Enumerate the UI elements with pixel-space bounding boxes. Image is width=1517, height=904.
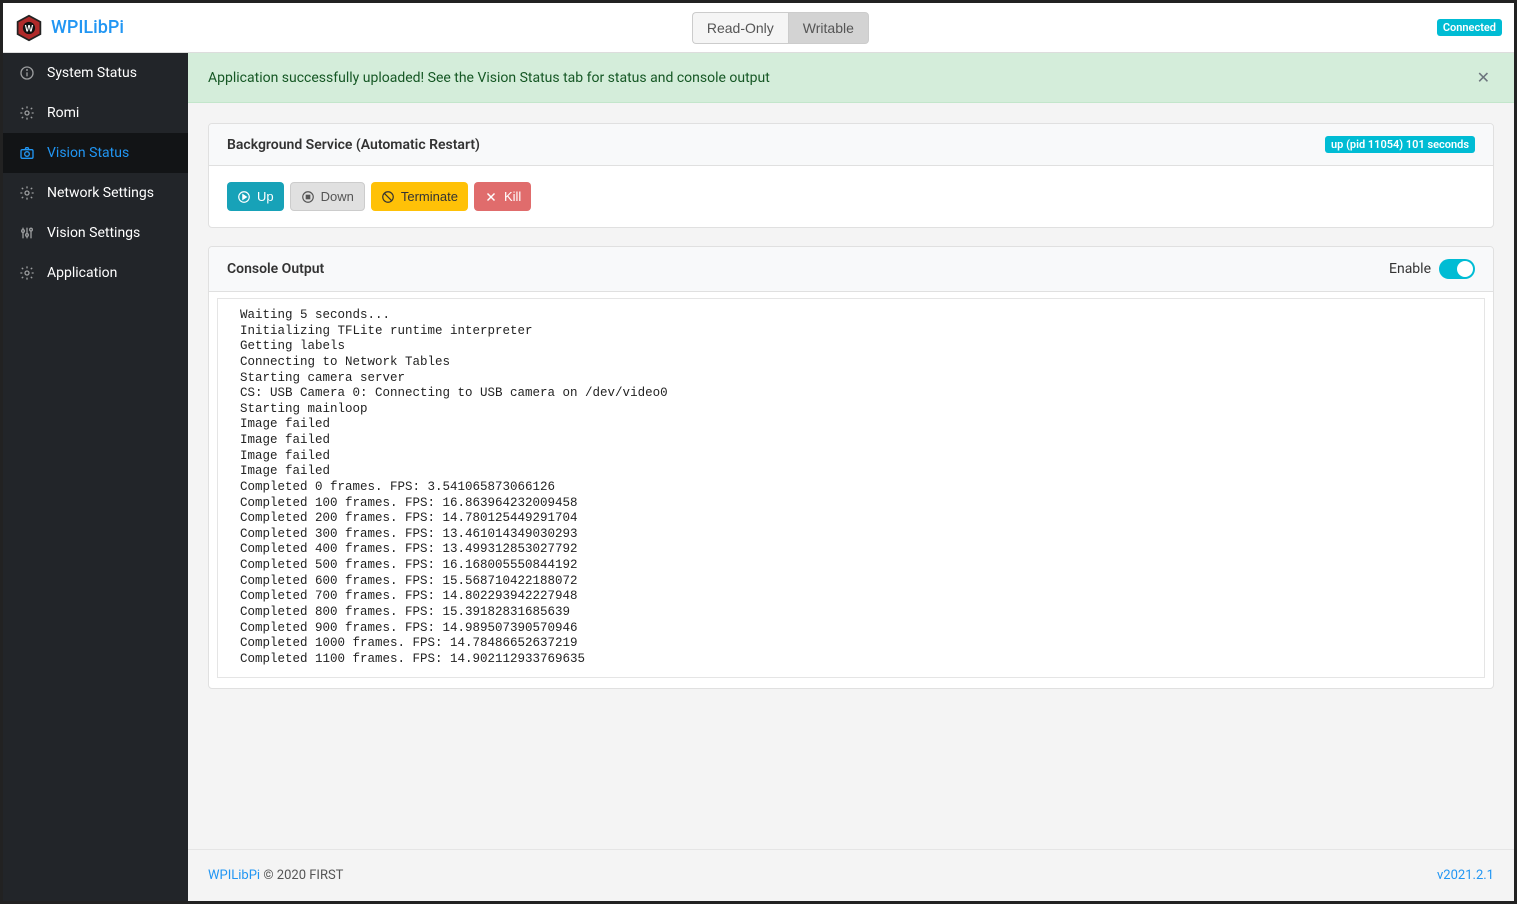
- mode-button-group: Read-Only Writable: [692, 12, 869, 44]
- sidebar-item-romi[interactable]: Romi: [3, 93, 188, 133]
- gear-icon: [19, 185, 35, 201]
- brand-text[interactable]: WPILibPi: [51, 17, 124, 38]
- up-button[interactable]: Up: [227, 182, 284, 211]
- sidebar-item-label: Vision Settings: [47, 225, 140, 241]
- connected-badge: Connected: [1437, 19, 1502, 36]
- sidebar-item-label: System Status: [47, 65, 137, 81]
- card-header: Background Service (Automatic Restart) u…: [209, 124, 1493, 166]
- console-output[interactable]: Waiting 5 seconds... Initializing TFLite…: [217, 298, 1485, 678]
- sidebar-item-label: Vision Status: [47, 145, 129, 161]
- sidebar-item-label: Romi: [47, 105, 79, 121]
- topbar: W WPILibPi Read-Only Writable Connected: [3, 3, 1514, 53]
- terminate-button[interactable]: Terminate: [371, 182, 468, 211]
- svg-text:W: W: [25, 23, 34, 33]
- sidebar-item-application[interactable]: Application: [3, 253, 188, 293]
- kill-button[interactable]: Kill: [474, 182, 531, 211]
- enable-toggle-wrap: Enable: [1389, 259, 1475, 279]
- wpilib-logo-icon: W: [15, 14, 43, 42]
- service-status-badge: up (pid 11054) 101 seconds: [1325, 136, 1475, 153]
- sidebar-item-label: Application: [47, 265, 117, 281]
- footer-left: WPILibPi © 2020 FIRST: [208, 868, 343, 883]
- card-header: Console Output Enable: [209, 247, 1493, 292]
- btn-label: Terminate: [401, 189, 458, 204]
- gear-icon: [19, 105, 35, 121]
- writable-button[interactable]: Writable: [788, 12, 869, 44]
- sidebar-item-vision-status[interactable]: Vision Status: [3, 133, 188, 173]
- ban-icon: [381, 190, 395, 204]
- x-icon: [484, 190, 498, 204]
- alert-text: Application successfully uploaded! See t…: [208, 70, 770, 86]
- camera-icon: [19, 145, 35, 161]
- down-button[interactable]: Down: [290, 182, 365, 211]
- background-service-card: Background Service (Automatic Restart) u…: [208, 123, 1494, 228]
- play-circle-icon: [237, 190, 251, 204]
- sidebar-item-system-status[interactable]: System Status: [3, 53, 188, 93]
- sliders-icon: [19, 225, 35, 241]
- btn-label: Down: [321, 189, 354, 204]
- footer-copyright: © 2020 FIRST: [260, 868, 343, 883]
- service-button-row: Up Down Terminate: [227, 182, 1475, 211]
- sidebar-item-network-settings[interactable]: Network Settings: [3, 173, 188, 213]
- read-only-button[interactable]: Read-Only: [692, 12, 788, 44]
- sidebar-item-label: Network Settings: [47, 185, 154, 201]
- footer: WPILibPi © 2020 FIRST v2021.2.1: [188, 849, 1514, 901]
- close-icon[interactable]: ✕: [1473, 68, 1494, 87]
- console-output-card: Console Output Enable Waiting 5 seconds.…: [208, 246, 1494, 689]
- success-alert: Application successfully uploaded! See t…: [188, 53, 1514, 103]
- info-icon: [19, 65, 35, 81]
- footer-link[interactable]: WPILibPi: [208, 868, 260, 883]
- footer-version: v2021.2.1: [1437, 868, 1494, 883]
- gear-icon: [19, 265, 35, 281]
- btn-label: Kill: [504, 189, 521, 204]
- enable-label: Enable: [1389, 261, 1431, 277]
- brand: W WPILibPi: [15, 14, 124, 42]
- sidebar: System Status Romi Vision Status Network…: [3, 53, 188, 901]
- console-title: Console Output: [227, 261, 324, 277]
- enable-toggle[interactable]: [1439, 259, 1475, 279]
- stop-circle-icon: [301, 190, 315, 204]
- btn-label: Up: [257, 189, 274, 204]
- sidebar-item-vision-settings[interactable]: Vision Settings: [3, 213, 188, 253]
- main-content: Application successfully uploaded! See t…: [188, 53, 1514, 901]
- service-title: Background Service (Automatic Restart): [227, 137, 480, 153]
